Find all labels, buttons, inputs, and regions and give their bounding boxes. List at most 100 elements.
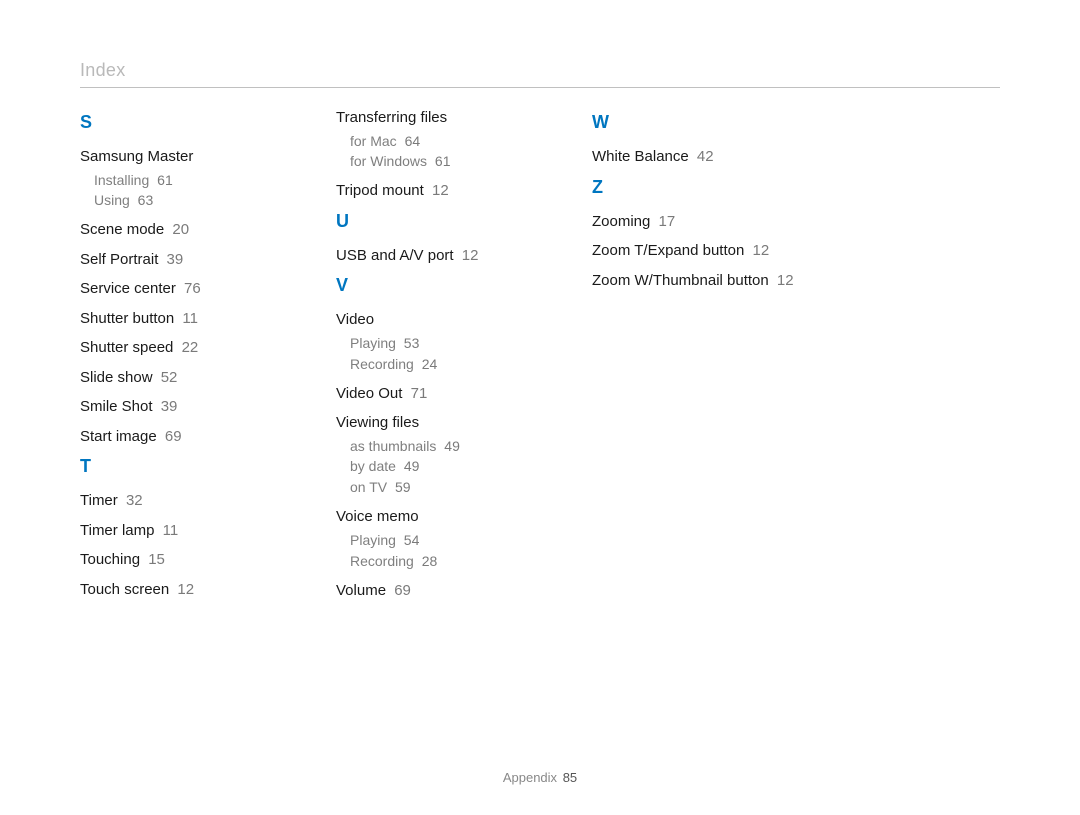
index-column: WWhite Balance 42ZZooming 17Zoom T/Expan… [592,108,812,300]
sub-entry-page: 63 [134,192,153,208]
entry-page: 12 [428,182,449,199]
sub-entry: Playing 54 [350,531,556,550]
entry-label: Shutter speed [80,339,173,356]
entry-label: Transferring ﬁles [336,109,447,126]
index-entry: Zoom T/Expand button 12 [592,241,812,261]
index-entry: Video Playing 53 Recording 24 [336,310,556,373]
index-entry: USB and A/V port 12 [336,246,556,266]
sub-entry-label: on TV [350,479,387,495]
entry-page: 39 [157,398,178,415]
entry-label: Start image [80,428,157,445]
index-entry: Shutter speed 22 [80,338,300,358]
entry-page: 12 [458,247,479,264]
sub-entry: Recording 28 [350,552,556,571]
index-entry: Timer lamp 11 [80,521,300,541]
entry-page: 69 [390,582,411,599]
sub-entry-page: 64 [401,133,420,149]
entry-label: Video [336,311,374,328]
entry-label: Touch screen [80,581,169,598]
sub-entry-label: Recording [350,553,414,569]
entry-label: USB and A/V port [336,247,454,264]
page-footer: Appendix 85 [0,770,1080,785]
entry-label: Video Out [336,385,402,402]
entry-page: 52 [157,369,178,386]
entry-label: Samsung Master [80,148,193,165]
sub-entry-page: 61 [153,172,172,188]
sub-entry-label: by date [350,458,396,474]
sub-entry-page: 49 [440,438,459,454]
sub-entry: for Windows 61 [350,152,556,171]
entry-page: 42 [693,148,714,165]
entry-label: Viewing ﬁles [336,414,419,431]
index-entry: Touching 15 [80,550,300,570]
entry-label: Zooming [592,213,650,230]
index-entry: Timer 32 [80,491,300,511]
entry-label: Slide show [80,369,153,386]
index-entry: White Balance 42 [592,147,812,167]
entry-label: Self Portrait [80,251,158,268]
sub-entry-page: 24 [418,356,437,372]
entry-label: Voice memo [336,508,419,525]
footer-page-number: 85 [563,770,577,785]
entry-label: White Balance [592,148,689,165]
entry-page: 15 [144,551,165,568]
sub-entry: as thumbnails 49 [350,437,556,456]
sub-entry-list: for Mac 64 for Windows 61 [350,132,556,172]
section-letter: W [592,112,812,133]
entry-label: Smile Shot [80,398,153,415]
entry-label: Service center [80,280,176,297]
index-column: Transferring ﬁles for Mac 64 for Windows 6… [336,108,556,610]
entry-page: 12 [773,272,794,289]
sub-entry: on TV 59 [350,478,556,497]
section-letter: S [80,112,300,133]
entry-page: 76 [180,280,201,297]
sub-entry-label: Recording [350,356,414,372]
index-entry: Volume 69 [336,581,556,601]
index-entry: Video Out 71 [336,384,556,404]
entry-label: Zoom W/Thumbnail button [592,272,769,289]
sub-entry-label: as thumbnails [350,438,436,454]
entry-page: 11 [178,310,198,327]
sub-entry-label: for Windows [350,153,427,169]
sub-entry-page: 53 [400,335,419,351]
index-entry: Voice memo Playing 54 Recording 28 [336,507,556,570]
index-entry: Scene mode 20 [80,220,300,240]
entry-label: Timer [80,492,118,509]
sub-entry-label: for Mac [350,133,397,149]
sub-entry-page: 49 [400,458,419,474]
index-entry: Self Portrait 39 [80,250,300,270]
sub-entry-label: Installing [94,172,149,188]
index-columns: S Samsung Master Installing 61Using 63 Scen… [80,108,1000,610]
index-entry: Viewing ﬁlesas thumbnails 49by date 49on… [336,413,556,497]
sub-entry: by date 49 [350,457,556,476]
index-entry: Samsung Master Installing 61Using 63 [80,147,300,210]
entry-label: Shutter button [80,310,174,327]
sub-entry: Installing 61 [94,171,300,190]
sub-entry-page: 54 [400,532,419,548]
entry-label: Touching [80,551,140,568]
section-letter: Z [592,177,812,198]
index-entry: Slide show 52 [80,368,300,388]
index-entry: Service center 76 [80,279,300,299]
entry-page: 22 [177,339,198,356]
sub-entry-page: 59 [391,479,410,495]
index-entry: Smile Shot 39 [80,397,300,417]
sub-entry-page: 28 [418,553,437,569]
entry-page: 11 [158,522,178,539]
index-column: S Samsung Master Installing 61Using 63 Scen… [80,108,300,609]
entry-label: Tripod mount [336,182,424,199]
index-entry: Transferring ﬁles for Mac 64 for Windows 6… [336,108,556,171]
index-entry: Tripod mount 12 [336,181,556,201]
header-rule [80,87,1000,88]
entry-page: 32 [122,492,143,509]
entry-label: Timer lamp [80,522,154,539]
sub-entry-list: Installing 61Using 63 [94,171,300,211]
index-entry: Shutter button 11 [80,309,300,329]
sub-entry: Recording 24 [350,355,556,374]
sub-entry: Playing 53 [350,334,556,353]
entry-page: 69 [161,428,182,445]
document-page: Index SSamsung MasterInstalling 61Using … [0,0,1080,815]
entry-page: 20 [168,221,189,238]
entry-label: Volume [336,582,386,599]
sub-entry-page: 61 [431,153,450,169]
